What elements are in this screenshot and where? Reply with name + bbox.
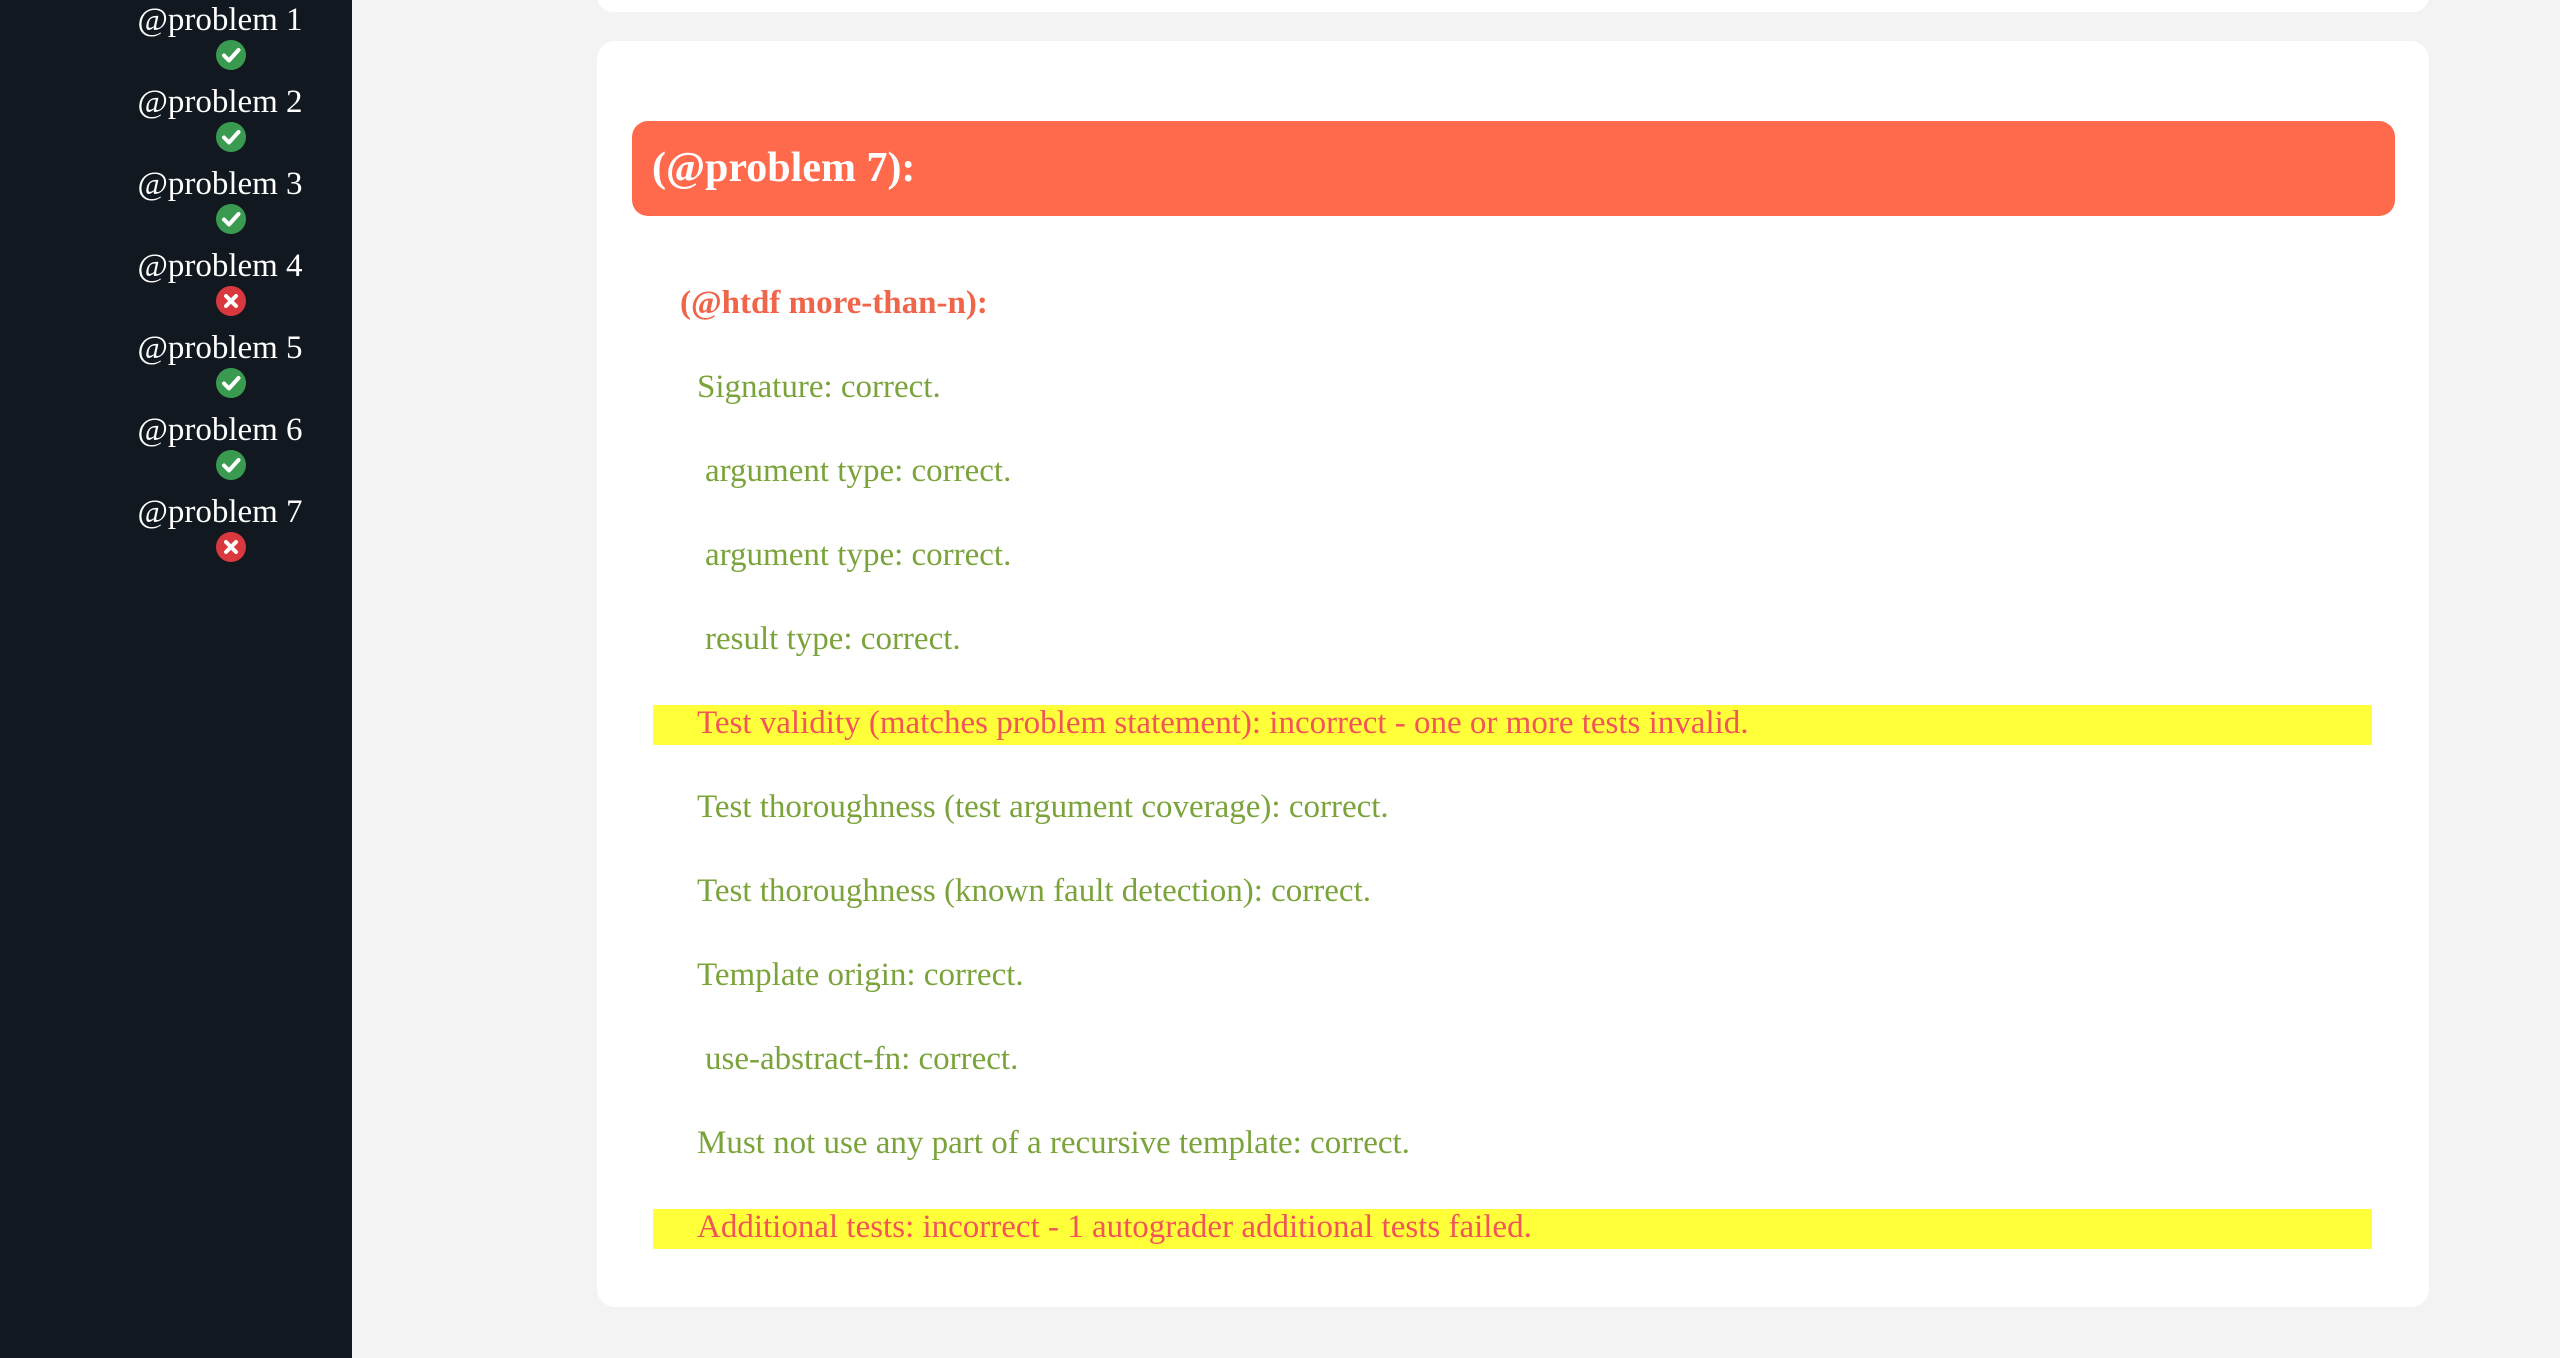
- check-circle-icon: [216, 368, 246, 398]
- sidebar-item-label[interactable]: @problem 3: [0, 164, 440, 204]
- result-text: Test thoroughness (test argument coverag…: [697, 789, 1389, 825]
- sidebar-item-label[interactable]: @problem 4: [0, 246, 440, 286]
- problem-title: (@problem 7):: [652, 145, 916, 191]
- previous-problem-card: [597, 0, 2429, 12]
- result-argument-type: argument type: correct.: [653, 451, 2372, 491]
- result-text: Signature: correct.: [697, 369, 941, 405]
- sidebar-item-label[interactable]: @problem 5: [0, 328, 440, 368]
- sidebar-item-problem-5[interactable]: @problem 5: [0, 328, 352, 400]
- result-text: use-abstract-fn: correct.: [705, 1041, 1019, 1077]
- htdf-title: (@htdf more-than-n):: [680, 285, 988, 321]
- result-use-abstract-fn: use-abstract-fn: correct.: [653, 1039, 2372, 1079]
- result-text: Test thoroughness (known fault detection…: [697, 873, 1371, 909]
- check-circle-icon: [216, 122, 246, 152]
- result-test-validity: Test validity (matches problem statement…: [653, 705, 2372, 745]
- sidebar-item-label[interactable]: @problem 2: [0, 82, 440, 122]
- result-argument-type: argument type: correct.: [653, 535, 2372, 575]
- sidebar-item-problem-6[interactable]: @problem 6: [0, 410, 352, 482]
- sidebar-item-problem-4[interactable]: @problem 4: [0, 246, 352, 318]
- x-circle-icon: [216, 286, 246, 316]
- check-circle-icon: [216, 450, 246, 480]
- result-result-type: result type: correct.: [653, 619, 2372, 659]
- result-signature: Signature: correct.: [653, 367, 2372, 407]
- problem-header: (@problem 7):: [632, 121, 2395, 216]
- result-additional-tests: Additional tests: incorrect - 1 autograd…: [653, 1209, 2372, 1249]
- result-text: argument type: correct.: [705, 453, 1012, 489]
- sidebar-item-label[interactable]: @problem 6: [0, 410, 440, 450]
- x-circle-icon: [216, 532, 246, 562]
- sidebar-item-problem-7[interactable]: @problem 7: [0, 492, 352, 564]
- result-test-argument-coverage: Test thoroughness (test argument coverag…: [653, 787, 2372, 827]
- check-circle-icon: [216, 204, 246, 234]
- problem-card: (@problem 7): (@htdf more-than-n): Signa…: [597, 41, 2429, 1307]
- result-text: Must not use any part of a recursive tem…: [697, 1125, 1410, 1161]
- result-text: result type: correct.: [705, 621, 961, 657]
- result-text: argument type: correct.: [705, 537, 1012, 573]
- sidebar-item-problem-2[interactable]: @problem 2: [0, 82, 352, 154]
- result-text: Additional tests: incorrect - 1 autograd…: [697, 1209, 1532, 1245]
- result-text: Test validity (matches problem statement…: [697, 705, 1749, 741]
- result-recursive-template: Must not use any part of a recursive tem…: [653, 1123, 2372, 1163]
- result-text: Template origin: correct.: [697, 957, 1024, 993]
- sidebar-item-problem-3[interactable]: @problem 3: [0, 164, 352, 236]
- sidebar-item-label[interactable]: @problem 7: [0, 492, 440, 532]
- sidebar: @problem 1 @problem 2 @problem 3 @proble…: [0, 0, 352, 1358]
- result-template-origin: Template origin: correct.: [653, 955, 2372, 995]
- sidebar-item-problem-1[interactable]: @problem 1: [0, 0, 352, 72]
- sidebar-item-label[interactable]: @problem 1: [0, 0, 440, 40]
- check-circle-icon: [216, 40, 246, 70]
- result-known-fault-detection: Test thoroughness (known fault detection…: [653, 871, 2372, 911]
